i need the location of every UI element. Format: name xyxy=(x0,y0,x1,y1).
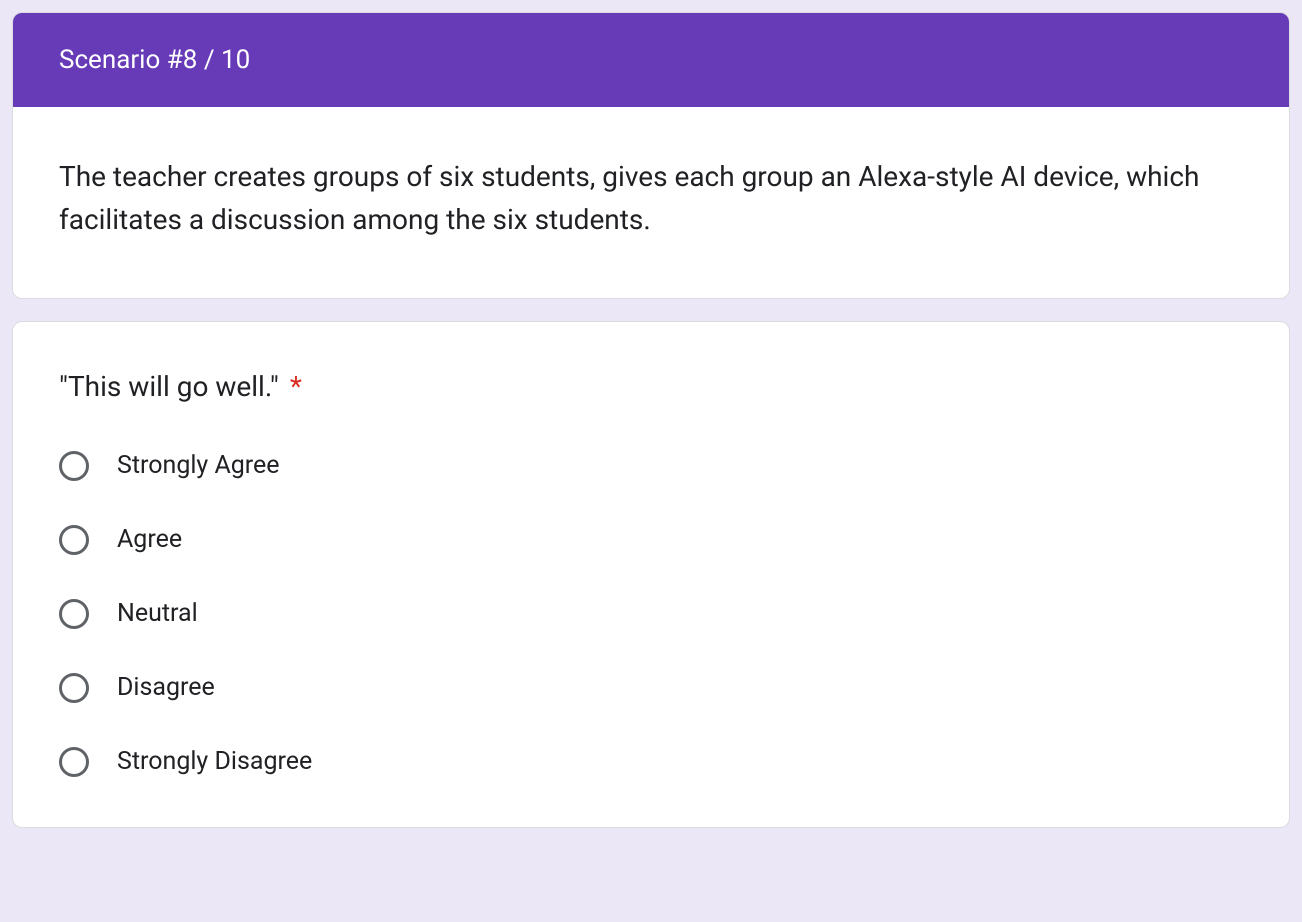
radio-icon xyxy=(59,525,89,555)
option-label: Disagree xyxy=(117,673,215,702)
radio-icon xyxy=(59,673,89,703)
radio-icon xyxy=(59,599,89,629)
option-label: Strongly Agree xyxy=(117,451,280,480)
question-text: "This will go well." xyxy=(59,370,279,403)
option-label: Strongly Disagree xyxy=(117,747,312,776)
scenario-card: Scenario #8 / 10 The teacher creates gro… xyxy=(12,12,1290,299)
scenario-description: The teacher creates groups of six studen… xyxy=(13,107,1289,298)
option-neutral[interactable]: Neutral xyxy=(59,599,1243,629)
scenario-title: Scenario #8 / 10 xyxy=(59,45,250,75)
question-title: "This will go well." * xyxy=(59,370,1243,403)
radio-icon xyxy=(59,747,89,777)
option-strongly-disagree[interactable]: Strongly Disagree xyxy=(59,747,1243,777)
radio-icon xyxy=(59,451,89,481)
option-label: Neutral xyxy=(117,599,198,628)
question-card: "This will go well." * Strongly Agree Ag… xyxy=(12,321,1290,828)
option-strongly-agree[interactable]: Strongly Agree xyxy=(59,451,1243,481)
options-group: Strongly Agree Agree Neutral Disagree St… xyxy=(59,451,1243,777)
required-marker: * xyxy=(290,370,302,403)
scenario-header: Scenario #8 / 10 xyxy=(13,13,1289,107)
option-agree[interactable]: Agree xyxy=(59,525,1243,555)
option-label: Agree xyxy=(117,525,182,554)
option-disagree[interactable]: Disagree xyxy=(59,673,1243,703)
